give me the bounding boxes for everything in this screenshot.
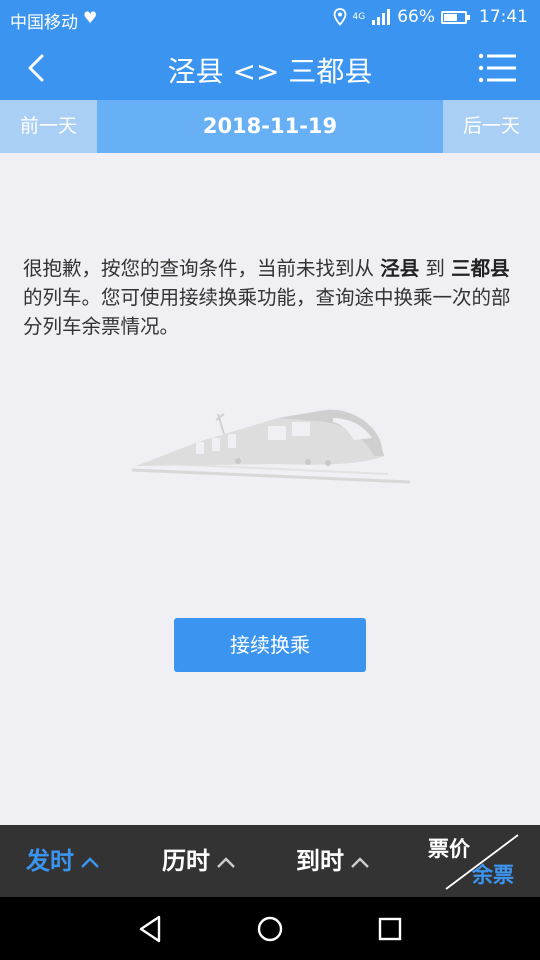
status-right: 4G 66% 17:41	[333, 7, 528, 27]
battery-icon	[441, 10, 470, 24]
date-bar: 前一天 2018-11-19 后一天	[0, 100, 540, 153]
sort-bar: 发时 历时 到时 票价 余票	[0, 825, 540, 897]
next-day-button[interactable]: 后一天	[443, 100, 540, 153]
status-bar: 中国移动 ♥ 4G 66% 17:41	[0, 0, 540, 36]
price-label: 票价	[428, 837, 470, 861]
page-title: 泾县 <> 三都县	[167, 55, 373, 88]
sort-depart-time[interactable]: 发时	[26, 825, 100, 897]
transfer-button[interactable]: 接续换乘	[174, 618, 366, 672]
sort-depart-label: 发时	[26, 847, 74, 875]
from-station: 泾县	[380, 257, 420, 280]
message-part3: 的列车。您可使用接续换乘功能，查询途中换乘一次的部分列车余票情况。	[23, 286, 511, 338]
sort-arrive-time[interactable]: 到时	[296, 825, 370, 897]
chevron-up-icon	[81, 857, 99, 868]
clock: 17:41	[479, 7, 528, 27]
menu-icon[interactable]	[478, 52, 518, 84]
message-part2: 到	[419, 257, 452, 280]
sort-arrive-label: 到时	[296, 847, 344, 875]
chevron-up-icon	[351, 857, 369, 868]
system-nav-bar	[0, 897, 540, 960]
nav-back-icon[interactable]	[133, 911, 169, 947]
battery-percent: 66%	[397, 7, 435, 27]
message-part1: 很抱歉，按您的查询条件，当前未找到从	[23, 257, 381, 280]
nav-home-icon[interactable]	[252, 911, 288, 947]
sort-duration-label: 历时	[162, 847, 210, 875]
sort-price-remaining-toggle[interactable]: 票价 余票	[422, 825, 532, 897]
chevron-up-icon	[217, 857, 235, 868]
heart-icon: ♥	[83, 8, 98, 27]
prev-day-button[interactable]: 前一天	[0, 100, 97, 153]
remaining-label: 余票	[472, 863, 514, 887]
train-illustration	[131, 409, 411, 484]
nav-recents-icon[interactable]	[372, 911, 408, 947]
network-label: 4G	[352, 11, 366, 22]
location-icon	[333, 8, 346, 26]
sort-duration[interactable]: 历时	[162, 825, 236, 897]
to-station: 三都县	[451, 257, 510, 280]
nav-bar: 泾县 <> 三都县	[0, 36, 540, 100]
carrier-label: 中国移动	[10, 13, 78, 33]
battery-fill	[444, 13, 458, 21]
current-date[interactable]: 2018-11-19	[97, 100, 443, 153]
signal-icon	[372, 9, 391, 25]
no-trains-message: 很抱歉，按您的查询条件，当前未找到从 泾县 到 三都县 的列车。您可使用接续换乘…	[23, 254, 518, 341]
